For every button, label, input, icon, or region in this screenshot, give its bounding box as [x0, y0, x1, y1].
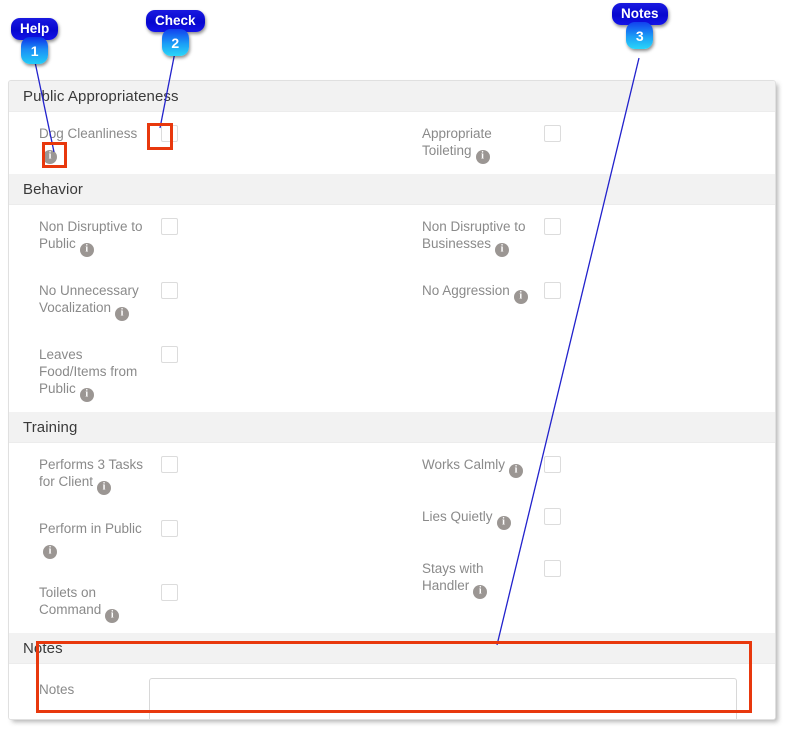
- info-icon[interactable]: i: [105, 609, 120, 623]
- checkbox-no-aggression[interactable]: [544, 282, 561, 299]
- field-label: Works Calmly i: [422, 455, 532, 478]
- info-icon[interactable]: i: [43, 545, 57, 559]
- column-left: Dog Cleanliness i: [9, 124, 392, 164]
- checkbox-non-disruptive-to-businesses[interactable]: [544, 218, 561, 235]
- field-label: Performs 3 Tasks for Client i: [39, 455, 149, 495]
- callout-number: 3: [626, 22, 654, 49]
- checkbox-no-unnecessary-vocalization[interactable]: [161, 282, 178, 299]
- info-icon[interactable]: i: [513, 290, 528, 304]
- section-body-public-appropriateness: Dog Cleanliness i Appropriate Toileting i: [9, 112, 775, 174]
- info-icon[interactable]: i: [43, 150, 57, 164]
- checkbox-works-calmly[interactable]: [544, 456, 561, 473]
- column-left: Performs 3 Tasks for Client i Perform in …: [9, 455, 392, 623]
- field-leaves-food-items-from-public: Leaves Food/Items from Public i: [9, 345, 392, 402]
- checkbox-lies-quietly[interactable]: [544, 508, 561, 525]
- info-icon[interactable]: i: [496, 516, 511, 530]
- field-dog-cleanliness: Dog Cleanliness i: [9, 124, 392, 164]
- section-title: Public Appropriateness: [23, 87, 179, 105]
- callout-number: 2: [161, 29, 189, 56]
- callout-2-check[interactable]: Check 2: [146, 10, 205, 56]
- field-non-disruptive-to-public: Non Disruptive to Public i: [9, 217, 392, 257]
- callout-number: 1: [21, 37, 49, 64]
- info-icon[interactable]: i: [97, 481, 112, 495]
- notes-textarea[interactable]: [149, 678, 737, 719]
- section-title: Behavior: [23, 180, 84, 198]
- field-label: Lies Quietly i: [422, 507, 532, 530]
- field-appropriate-toileting: Appropriate Toileting i: [392, 124, 775, 164]
- section-body-behavior: Non Disruptive to Public i No Unnecessary…: [9, 205, 775, 412]
- section-header-notes: Notes: [9, 633, 775, 664]
- field-toilets-on-command: Toilets on Command i: [9, 583, 392, 623]
- field-works-calmly: Works Calmly i: [392, 455, 775, 481]
- callout-3-notes[interactable]: Notes 3: [612, 3, 668, 49]
- checkbox-leaves-food-items-from-public[interactable]: [161, 346, 178, 363]
- section-header-behavior: Behavior: [9, 174, 775, 205]
- field-lies-quietly: Lies Quietly i: [392, 507, 775, 533]
- section-body-training: Performs 3 Tasks for Client i Perform in …: [9, 443, 775, 633]
- column-right: Appropriate Toileting i: [392, 124, 775, 164]
- checkbox-toilets-on-command[interactable]: [161, 584, 178, 601]
- column-left: Non Disruptive to Public i No Unnecessary…: [9, 217, 392, 402]
- checkbox-performs-3-tasks-for-client[interactable]: [161, 456, 178, 473]
- field-label: Leaves Food/Items from Public i: [39, 345, 149, 402]
- section-header-training: Training: [9, 412, 775, 443]
- info-icon[interactable]: i: [79, 388, 94, 402]
- checkbox-non-disruptive-to-public[interactable]: [161, 218, 178, 235]
- field-perform-in-public: Perform in Public i: [9, 519, 392, 559]
- section-body-notes: Notes: [9, 664, 775, 719]
- field-performs-3-tasks-for-client: Performs 3 Tasks for Client i: [9, 455, 392, 495]
- column-right: Works Calmly i Lies Quietly i Stays with H…: [392, 455, 775, 621]
- field-stays-with-handler: Stays with Handler i: [392, 559, 775, 599]
- field-label: Perform in Public i: [39, 519, 149, 559]
- section-title: Training: [23, 418, 78, 436]
- field-no-unnecessary-vocalization: No Unnecessary Vocalization i: [9, 281, 392, 321]
- field-no-aggression: No Aggression i: [392, 281, 775, 307]
- field-label: Non Disruptive to Businesses i: [422, 217, 532, 257]
- info-icon[interactable]: i: [509, 464, 524, 478]
- field-label: No Unnecessary Vocalization i: [39, 281, 149, 321]
- notes-field-label: Notes: [39, 682, 75, 697]
- info-icon[interactable]: i: [115, 307, 130, 321]
- checkbox-appropriate-toileting[interactable]: [544, 125, 561, 142]
- info-icon[interactable]: i: [495, 243, 510, 257]
- checkbox-dog-cleanliness[interactable]: [161, 125, 178, 142]
- checkbox-stays-with-handler[interactable]: [544, 560, 561, 577]
- field-label: Appropriate Toileting i: [422, 124, 532, 164]
- info-icon[interactable]: i: [473, 585, 488, 599]
- notes-textarea-wrapper: [149, 678, 737, 719]
- column-right: Non Disruptive to Businesses i No Aggress…: [392, 217, 775, 400]
- field-label: Toilets on Command i: [39, 583, 149, 623]
- section-title: Notes: [23, 639, 63, 657]
- checkbox-perform-in-public[interactable]: [161, 520, 178, 537]
- notes-row: Notes: [9, 664, 775, 719]
- field-label: Dog Cleanliness i: [39, 124, 149, 164]
- field-label: Stays with Handler i: [422, 559, 532, 599]
- evaluation-card: Public Appropriateness Dog Cleanliness i …: [8, 80, 776, 720]
- callout-1-help[interactable]: Help 1: [11, 18, 59, 64]
- info-icon[interactable]: i: [79, 243, 94, 257]
- field-label: No Aggression i: [422, 281, 532, 304]
- field-non-disruptive-to-businesses: Non Disruptive to Businesses i: [392, 217, 775, 257]
- form-page: Public Appropriateness Dog Cleanliness i …: [0, 0, 787, 739]
- field-label: Non Disruptive to Public i: [39, 217, 149, 257]
- section-header-public-appropriateness: Public Appropriateness: [9, 81, 775, 112]
- info-icon[interactable]: i: [475, 150, 490, 164]
